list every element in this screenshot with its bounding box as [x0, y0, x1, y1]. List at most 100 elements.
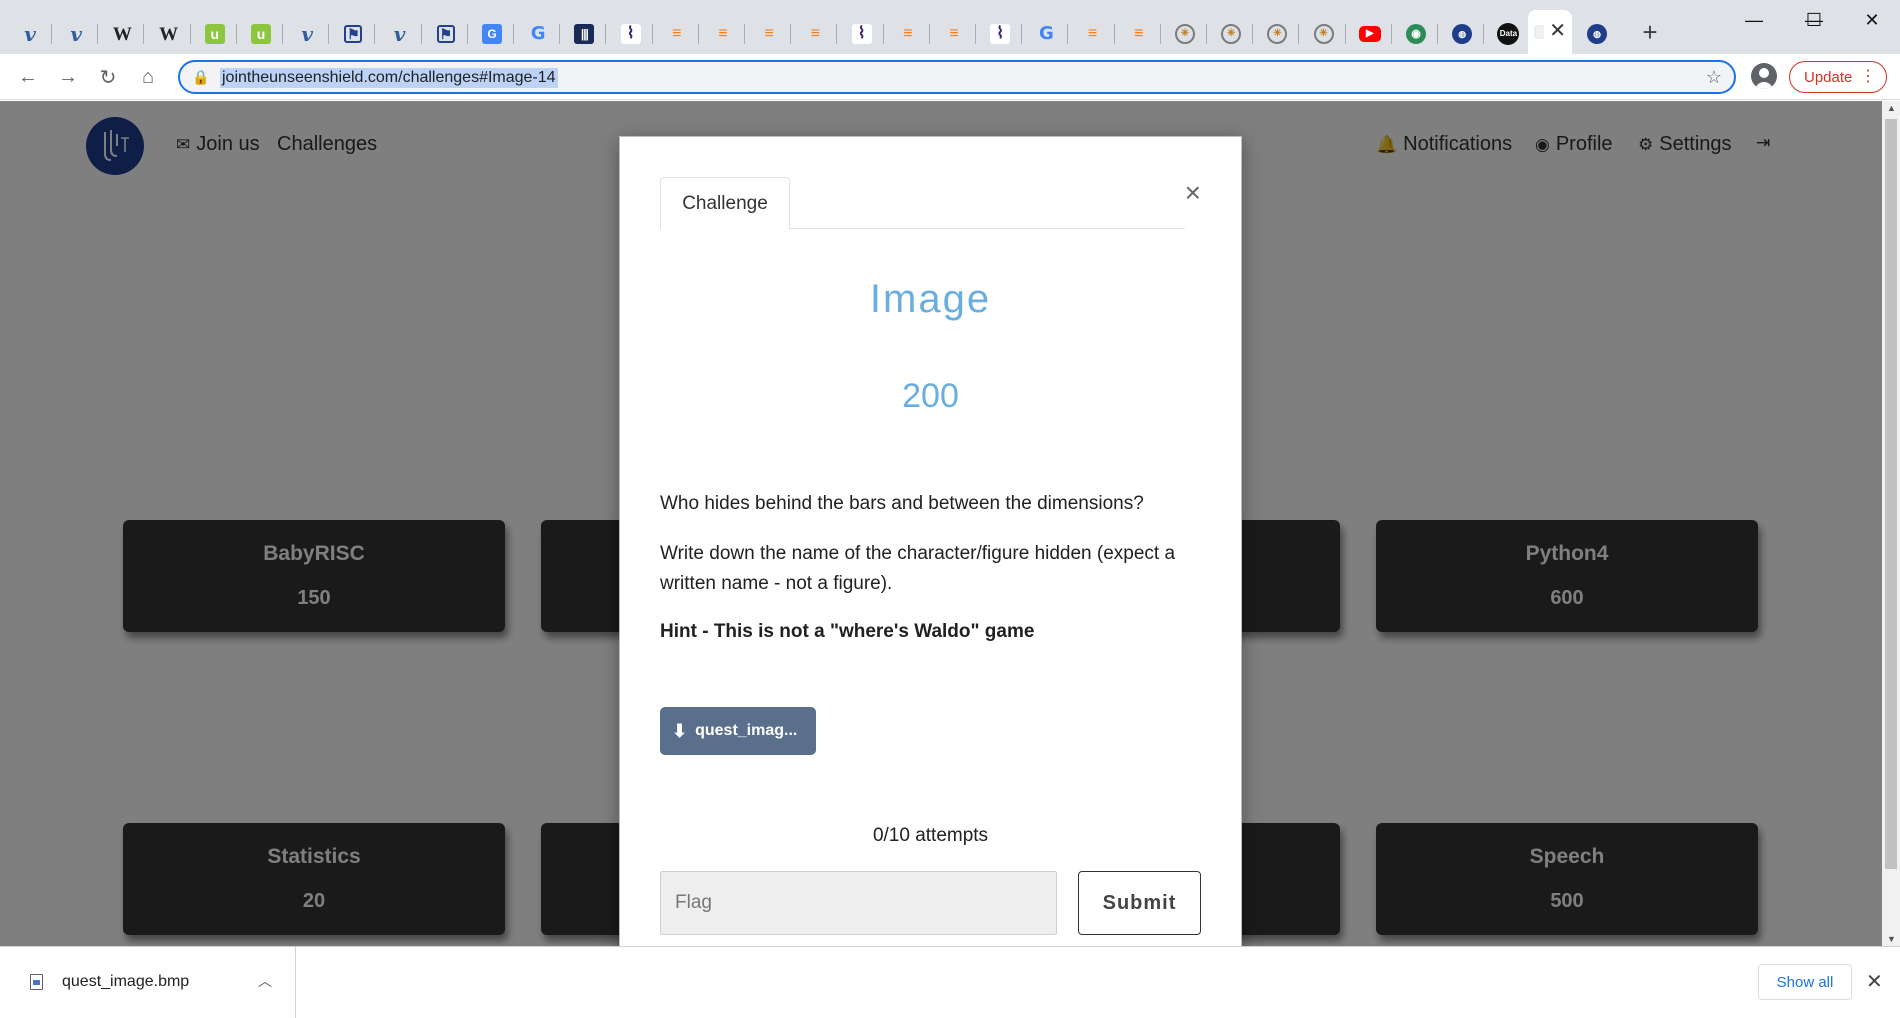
update-button[interactable]: Update ⋮ — [1789, 61, 1887, 93]
bookmark-star-icon[interactable]: ☆ — [1706, 67, 1722, 88]
browser-tab[interactable]: Data — [1486, 14, 1531, 54]
browser-tab[interactable]: v — [54, 14, 99, 54]
browser-tab[interactable]: ⌇ — [978, 14, 1023, 54]
new-tab-button[interactable]: + — [1636, 17, 1664, 47]
browser-tab[interactable]: v — [378, 14, 422, 54]
download-file-name[interactable]: quest_image.bmp — [62, 973, 189, 991]
menu-dots-icon[interactable]: ⋮ — [1860, 66, 1876, 86]
url-text[interactable]: jointheunseenshield.com/challenges#Image… — [220, 68, 558, 88]
stackoverflow-icon: ≡ — [672, 25, 682, 42]
tab-separator — [420, 24, 422, 44]
back-icon[interactable]: ← — [12, 61, 44, 93]
stackoverflow-icon: ≡ — [903, 25, 913, 42]
stackoverflow-icon: ≡ — [1134, 25, 1144, 42]
tab-separator — [143, 24, 145, 44]
tab-separator — [559, 24, 561, 44]
challenge-description: Who hides behind the bars and between th… — [660, 493, 1144, 514]
browser-tab[interactable]: W — [147, 14, 191, 54]
browser-tab[interactable]: ⌇ — [609, 14, 653, 54]
tab-separator — [1344, 24, 1346, 44]
browser-tab[interactable]: ≡ — [701, 14, 745, 54]
chevron-up-icon[interactable]: ︿ — [258, 971, 272, 991]
ring-icon: ✳ — [1313, 24, 1334, 44]
scrollbar-thumb[interactable] — [1885, 119, 1897, 869]
browser-tab[interactable]: ✳ — [1255, 14, 1300, 54]
browser-tab[interactable]: ✳ — [1302, 14, 1346, 54]
close-icon[interactable]: × — [1185, 179, 1201, 207]
file-button-label: quest_imag... — [695, 722, 798, 739]
tab-separator — [1483, 24, 1485, 44]
show-all-button[interactable]: Show all — [1758, 964, 1852, 1000]
browser-tab[interactable]: u — [193, 14, 237, 54]
challenge-value: 200 — [902, 377, 959, 415]
browser-tab[interactable]: ▶ — [1348, 14, 1392, 54]
stackoverflow-icon: ≡ — [764, 25, 774, 42]
browser-tab[interactable]: u — [239, 14, 283, 54]
stackoverflow-icon: ≡ — [1087, 25, 1098, 42]
image-file-icon — [30, 974, 43, 990]
home-icon[interactable]: ⌂ — [132, 61, 164, 93]
tab-separator — [282, 24, 283, 44]
flag-input[interactable] — [660, 871, 1057, 935]
tab-separator — [513, 24, 514, 44]
browser-tab[interactable]: ≡ — [932, 14, 976, 54]
bars-icon: ||| — [574, 24, 595, 44]
browser-tab[interactable]: G — [516, 14, 561, 54]
tab-separator — [189, 24, 191, 44]
browser-tab[interactable]: ≡ — [793, 14, 838, 54]
lock-icon[interactable]: 🔒 — [192, 69, 209, 86]
google-icon: G — [530, 23, 546, 44]
minimize-button-main[interactable]: — — [1726, 0, 1782, 40]
browser-tab[interactable]: ◍ — [1440, 14, 1485, 54]
address-bar[interactable]: 🔒 jointheunseenshield.com/challenges#Ima… — [178, 60, 1736, 94]
scroll-up-icon[interactable]: ▲ — [1887, 103, 1896, 113]
browser-tab[interactable]: v — [8, 14, 52, 54]
profile-avatar-icon[interactable] — [1751, 63, 1777, 89]
u-icon: u — [251, 24, 271, 44]
submit-button[interactable]: Submit — [1078, 871, 1201, 935]
page-scrollbar[interactable]: ▲ ▼ — [1882, 101, 1900, 946]
wikipedia-icon: W — [112, 23, 132, 45]
browser-tab[interactable]: ✳ — [1163, 14, 1207, 54]
v-icon: v — [301, 22, 313, 46]
google-icon: G — [1039, 23, 1054, 44]
browser-tab[interactable]: ◉ — [1394, 14, 1438, 54]
ring-icon: ✳ — [1267, 24, 1288, 44]
tab-separator — [651, 24, 653, 44]
close-tab-icon[interactable]: ✕ — [1549, 18, 1566, 43]
v-icon: v — [393, 22, 406, 46]
browser-tab[interactable]: ≡ — [886, 14, 930, 54]
active-tab[interactable]: ✕ — [1528, 10, 1572, 54]
tab-separator — [1390, 24, 1392, 44]
dna-icon: ⌇ — [851, 24, 872, 44]
browser-tab[interactable]: ||| — [562, 14, 607, 54]
browser-tab[interactable]: ≡ — [1117, 14, 1161, 54]
stackoverflow-icon: ≡ — [718, 25, 728, 42]
browser-tab[interactable]: ⚑ — [331, 14, 376, 54]
page-icon — [1534, 25, 1544, 39]
tab-challenge[interactable]: Challenge — [660, 177, 790, 230]
reload-icon[interactable]: ↻ — [92, 61, 124, 93]
browser-tab[interactable]: ≡ — [747, 14, 792, 54]
browser-tab[interactable]: G — [470, 14, 514, 54]
tab-separator — [1252, 24, 1254, 44]
browser-tab[interactable]: ✳ — [1209, 14, 1254, 54]
browser-tab[interactable]: ⌇ — [840, 14, 884, 54]
maximize-button[interactable]: ☐ — [1786, 0, 1842, 40]
browser-tab[interactable]: G — [1024, 14, 1069, 54]
browser-tab[interactable]: ⚑ — [424, 14, 468, 54]
forward-icon[interactable]: → — [52, 61, 84, 93]
download-item[interactable]: quest_image.bmp ︿ — [0, 947, 296, 1018]
avatar-head — [1759, 68, 1769, 78]
window-close-button[interactable]: ✕ — [1844, 0, 1900, 40]
browser-tab[interactable]: W — [100, 14, 145, 54]
scroll-down-icon[interactable]: ▼ — [1887, 934, 1896, 944]
close-download-bar-icon[interactable]: ✕ — [1866, 969, 1883, 994]
browser-tab[interactable]: ≡ — [1071, 14, 1115, 54]
browser-tab[interactable]: ≡ — [655, 14, 699, 54]
download-file-button[interactable]: ⬇ quest_imag... — [660, 707, 816, 755]
tab[interactable]: ◍ — [1575, 14, 1619, 54]
browser-tab[interactable]: v — [285, 14, 330, 54]
ring-icon: ✳ — [1175, 24, 1195, 44]
dna-icon: ⌇ — [620, 24, 641, 44]
